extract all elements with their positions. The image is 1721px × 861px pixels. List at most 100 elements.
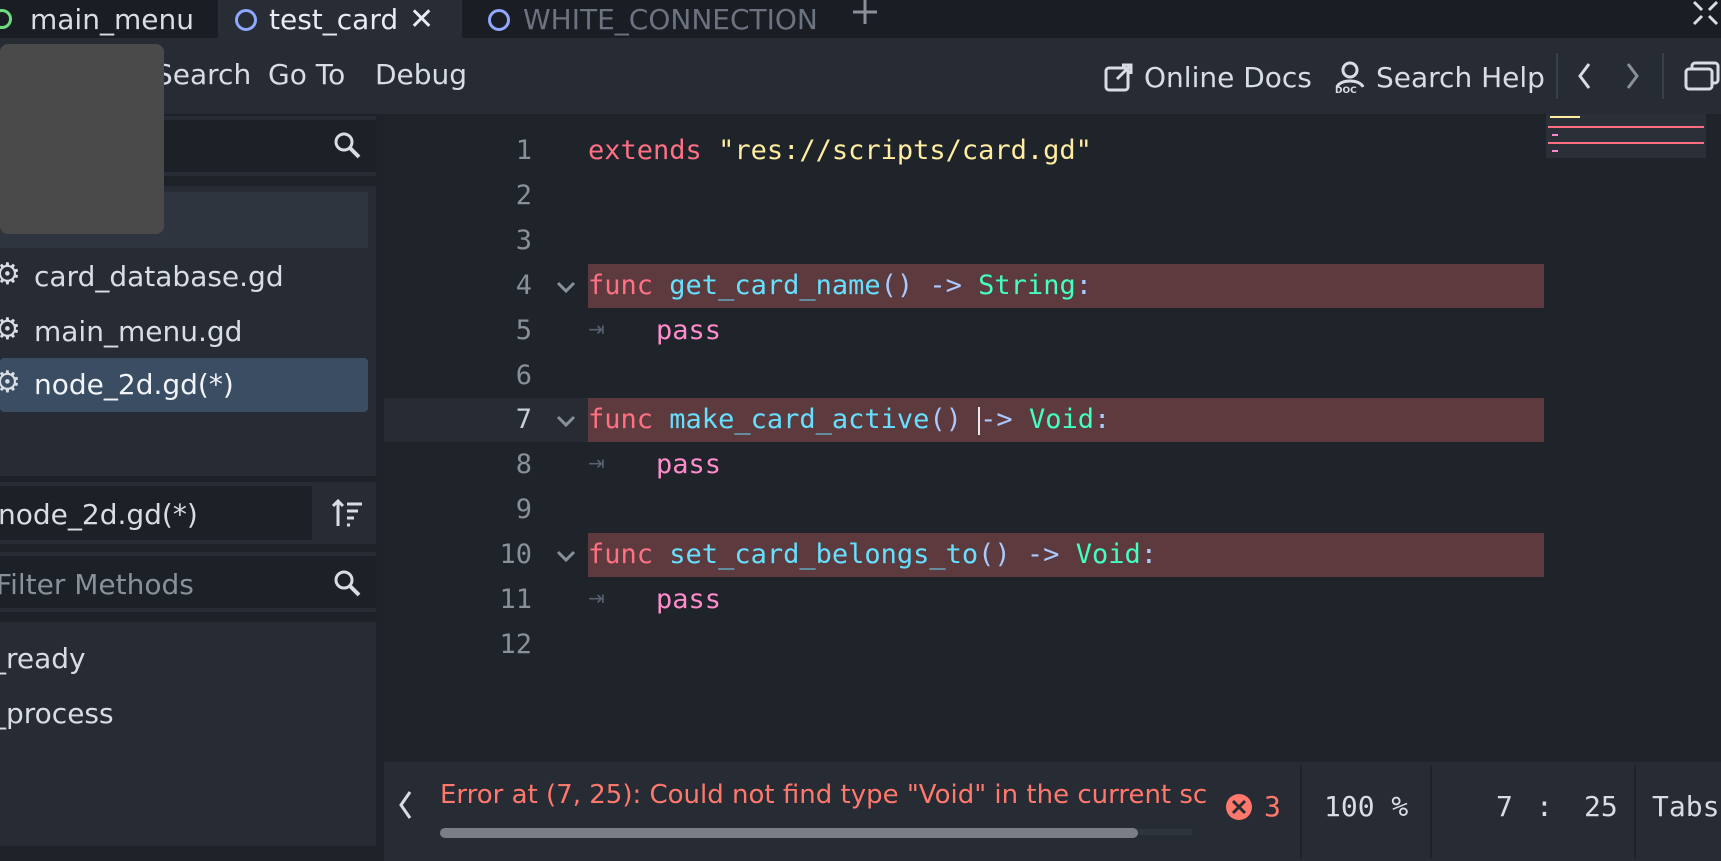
line-number: 2 — [515, 180, 532, 211]
plus-icon[interactable] — [850, 0, 880, 26]
symbol: -> — [980, 404, 1013, 435]
script-item[interactable]: ⚙ card_database.gd — [0, 252, 368, 304]
tab-label: test_card — [269, 2, 399, 36]
function-name: get_card_name — [669, 270, 881, 301]
scrollbar-thumb[interactable] — [440, 828, 1138, 838]
method-item[interactable]: _ready — [0, 642, 86, 675]
gear-icon: ⚙ — [0, 365, 21, 400]
toolbar-separator — [1556, 53, 1558, 99]
error-message[interactable]: Error at (7, 25): Could not find type "V… — [440, 780, 1207, 810]
close-icon[interactable]: ✕ — [409, 2, 434, 37]
online-docs-label: Online Docs — [1144, 60, 1312, 94]
indent-mode[interactable]: Tabs — [1652, 790, 1719, 823]
error-count[interactable]: 3 — [1264, 790, 1281, 823]
symbol: : — [1093, 404, 1111, 435]
online-docs-button[interactable]: Online Docs — [1104, 52, 1312, 102]
scene-icon — [488, 9, 510, 31]
fold-chevron-icon[interactable] — [555, 410, 577, 432]
type-name: String — [978, 270, 1076, 301]
function-name: set_card_belongs_to — [669, 539, 979, 570]
search-icon[interactable] — [332, 130, 362, 160]
line-number: 9 — [515, 494, 532, 525]
script-name: node_2d.gd(*) — [34, 368, 234, 401]
status-separator — [1300, 766, 1302, 858]
doc-search-icon: DOC — [1335, 61, 1365, 93]
svg-text:DOC: DOC — [1335, 86, 1357, 93]
cursor-separator: : — [1536, 790, 1553, 823]
toolbar-separator — [1662, 53, 1664, 99]
line-number: 4 — [515, 270, 532, 301]
keyword: func — [588, 270, 654, 301]
line-number: 12 — [499, 629, 532, 660]
keyword: func — [588, 404, 654, 435]
popup-overlay — [0, 44, 164, 234]
keyword-pass: pass — [656, 315, 722, 346]
tab-indent-icon: ⇥ — [588, 317, 605, 341]
zoom-level[interactable]: 100 % — [1324, 790, 1408, 823]
line-number: 11 — [499, 584, 532, 615]
fold-chevron-icon[interactable] — [555, 545, 577, 567]
keyword-pass: pass — [656, 584, 722, 615]
current-script-field: node_2d.gd(*) — [0, 486, 312, 540]
status-separator — [1430, 766, 1432, 858]
status-separator — [1634, 766, 1636, 858]
script-item-selected[interactable]: ⚙ node_2d.gd(*) — [0, 358, 368, 412]
keyword-pass: pass — [656, 449, 722, 480]
menu-debug[interactable]: Debug — [375, 58, 467, 91]
symbol: () -> — [880, 270, 962, 301]
tab-test-card[interactable]: test_card ✕ — [218, 0, 462, 38]
search-icon[interactable] — [332, 568, 362, 598]
search-help-button[interactable]: DOC Search Help — [1334, 52, 1545, 102]
symbol: () -> — [978, 539, 1060, 570]
chevron-right-icon[interactable] — [1622, 60, 1642, 92]
fold-chevron-icon[interactable] — [555, 276, 577, 298]
script-name: card_database.gd — [34, 260, 284, 293]
string-literal: "res://scripts/card.gd" — [718, 135, 1092, 166]
menu-goto[interactable]: Go To — [268, 58, 345, 91]
window-icon[interactable] — [1684, 60, 1721, 92]
filter-methods-placeholder: Filter Methods — [0, 568, 194, 601]
scene-icon — [0, 9, 12, 29]
code-line: extends "res://scripts/card.gd" — [588, 135, 1092, 166]
search-help-label: Search Help — [1376, 60, 1545, 94]
line-number: 5 — [515, 315, 532, 346]
symbol: : — [1075, 270, 1092, 301]
gear-icon: ⚙ — [0, 257, 21, 292]
symbol: () — [929, 404, 979, 435]
tab-main-menu[interactable]: main_menu — [0, 0, 194, 38]
tab-label: main_menu — [30, 2, 194, 36]
tab-indent-icon: ⇥ — [588, 451, 605, 475]
scene-icon — [235, 9, 257, 31]
function-name: make_card_active — [669, 404, 930, 435]
code-line: func set_card_belongs_to() -> Void: — [588, 539, 1157, 570]
script-name: main_menu.gd — [34, 315, 243, 348]
cursor-column: 25 — [1584, 790, 1618, 823]
scene-tab-bar: main_menu test_card ✕ WHITE_CONNECTION — [0, 0, 1721, 38]
tab-white-connection[interactable]: WHITE_CONNECTION — [478, 0, 818, 38]
line-number: 8 — [515, 449, 532, 480]
type-name: Void — [1075, 539, 1141, 570]
line-number: 6 — [515, 360, 532, 391]
filter-methods-input[interactable]: Filter Methods — [0, 556, 376, 608]
sort-icon[interactable] — [332, 498, 364, 530]
gear-icon: ⚙ — [0, 312, 21, 347]
chevron-left-icon[interactable] — [1575, 60, 1595, 92]
line-number: 10 — [499, 539, 532, 570]
code-line: pass — [656, 315, 721, 346]
minimap[interactable] — [1546, 114, 1706, 158]
tab-indent-icon: ⇥ — [588, 586, 605, 610]
line-number: 3 — [515, 225, 532, 256]
cursor-line: 7 — [1496, 790, 1513, 823]
expand-icon[interactable] — [1690, 0, 1721, 26]
line-number: 1 — [515, 135, 532, 166]
script-item[interactable]: ⚙ main_menu.gd — [0, 307, 368, 359]
keyword: extends — [588, 135, 702, 166]
code-line: func make_card_active() -> Void: — [588, 404, 1110, 435]
chevron-left-icon[interactable] — [396, 788, 416, 822]
method-item[interactable]: _process — [0, 697, 114, 730]
tab-label: WHITE_CONNECTION — [523, 2, 818, 36]
error-icon[interactable] — [1224, 792, 1254, 822]
menu-search[interactable]: Search — [155, 58, 251, 91]
external-link-icon — [1104, 63, 1133, 92]
status-bar — [384, 762, 1721, 861]
